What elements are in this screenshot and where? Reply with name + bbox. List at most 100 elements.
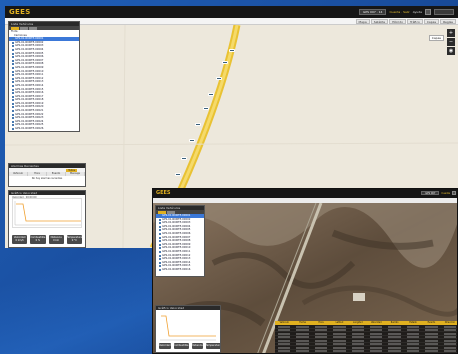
table-cell	[296, 336, 309, 339]
vehicle-marker-icon[interactable]	[175, 173, 181, 176]
second-speed-graph-panel: Gráfico Velocidad Velocidad Combustible Di…	[155, 305, 221, 353]
table-cell	[406, 325, 420, 328]
vehicle-marker-icon[interactable]	[222, 61, 228, 64]
top-bar: GEES GPS 007 · 14 Cuenta · Salir Ayuda	[5, 6, 458, 18]
history-column-header[interactable]: Longitud	[349, 321, 367, 325]
table-cell	[333, 350, 346, 353]
second-summary-button[interactable]: Combustible	[173, 343, 189, 349]
vehicle-search-input[interactable]: GPS 007 · 14	[359, 9, 387, 15]
second-summary-button[interactable]: Temperatura	[205, 343, 221, 349]
alarm-column-header[interactable]: Vehículo	[9, 172, 28, 176]
summary-button[interactable]: Combustible 0 %	[30, 235, 46, 244]
history-column-header[interactable]: Estado	[404, 321, 422, 325]
vehicle-marker-icon[interactable]	[203, 107, 209, 110]
second-settings-icon[interactable]	[452, 191, 456, 195]
second-vehicle-tree: GPS-01-NORTE-00001 GPS-01-NORTE-00002 GPS-…	[156, 214, 204, 272]
table-cell	[333, 325, 346, 328]
history-column-header[interactable]: Evento	[422, 321, 440, 325]
table-cell	[333, 346, 346, 349]
history-column-header[interactable]: Rumbo	[385, 321, 403, 325]
table-cell	[388, 329, 401, 332]
second-summary-button[interactable]: Distancia	[191, 343, 203, 349]
second-summary-button[interactable]: Velocidad	[159, 343, 171, 349]
history-column-header[interactable]: Hora	[312, 321, 330, 325]
history-column-header[interactable]: Latitud	[330, 321, 348, 325]
table-cell	[370, 336, 383, 339]
table-cell	[425, 332, 438, 335]
second-search-input[interactable]: GPS 007	[421, 191, 440, 195]
zoom-in-button[interactable]: +	[447, 29, 455, 37]
layers-button[interactable]: Capas	[428, 35, 444, 41]
vehicle-marker-icon[interactable]	[189, 139, 195, 142]
table-cell	[443, 329, 457, 332]
summary-value: 0 %	[35, 239, 41, 242]
alarm-column-header[interactable]: Mensaje	[66, 172, 85, 176]
map-type-tabs: Mapa Satélite Híbrido Tráfico Capas Reglas	[355, 19, 456, 24]
table-cell	[314, 346, 328, 349]
table-cell	[333, 339, 346, 342]
history-column-header[interactable]: Velocidad	[367, 321, 385, 325]
table-cell	[443, 332, 457, 335]
table-cell	[314, 336, 328, 339]
table-cell	[278, 329, 291, 332]
vehicle-marker-icon[interactable]	[195, 123, 201, 126]
table-cell	[296, 343, 309, 346]
table-cell	[314, 350, 328, 353]
table-cell	[388, 350, 401, 353]
map-type-tab[interactable]: Satélite	[370, 19, 389, 24]
vehicle-marker-icon[interactable]	[181, 157, 187, 160]
table-cell	[278, 350, 291, 353]
locate-button[interactable]: ◉	[447, 47, 455, 55]
speed-summary-buttons: Velocidad 0 km/h Combustible 0 % Distancia 0 …	[12, 235, 82, 244]
table-cell	[443, 336, 457, 339]
account-link[interactable]: Cuenta · Salir	[389, 10, 409, 14]
tree-item[interactable]: GPS-01-NORTE-00027	[9, 131, 79, 132]
table-cell	[351, 336, 365, 339]
settings-icon[interactable]	[425, 9, 431, 15]
table-row[interactable]	[275, 350, 457, 353]
map-zoom-controls: + − ◉	[447, 29, 455, 55]
help-link[interactable]: Ayuda	[413, 10, 422, 14]
alarm-column-header[interactable]: Evento	[47, 172, 66, 176]
vehicle-marker-icon[interactable]	[229, 49, 235, 52]
table-cell	[443, 339, 457, 342]
table-cell	[370, 350, 383, 353]
second-summary-label: Temperatura	[205, 344, 221, 347]
map-type-tab[interactable]: Tráfico	[406, 19, 423, 24]
summary-button[interactable]: Velocidad 0 km/h	[12, 235, 28, 244]
table-cell	[296, 332, 309, 335]
table-cell	[278, 339, 291, 342]
table-cell	[333, 332, 346, 335]
second-tree-item[interactable]: GPS-01-NORTE-00016	[156, 268, 204, 272]
alarm-panel: Alarmas Recientes Todos Vehículo Hora Even…	[8, 163, 86, 187]
table-cell	[406, 332, 420, 335]
table-cell	[443, 325, 457, 328]
map-type-tab[interactable]: Mapa	[355, 19, 370, 24]
table-cell	[388, 346, 401, 349]
tool-tab-2[interactable]	[20, 26, 28, 30]
tool-tab-3[interactable]	[29, 26, 37, 30]
second-account-link[interactable]: Cuenta	[441, 192, 450, 195]
history-column-header[interactable]: Fecha	[293, 321, 311, 325]
table-cell	[425, 343, 438, 346]
summary-button[interactable]: Temperatura 0 °C	[66, 235, 82, 244]
alarm-column-header[interactable]: Hora	[28, 172, 47, 176]
zoom-out-button[interactable]: −	[447, 38, 455, 46]
vehicle-marker-icon[interactable]	[208, 93, 214, 96]
summary-button[interactable]: Distancia 0 km	[48, 235, 64, 244]
alarm-filter[interactable]: Todos	[66, 168, 77, 172]
map-type-tab[interactable]: Reglas	[440, 19, 456, 24]
map-type-tab[interactable]: Híbrido	[389, 19, 406, 24]
quick-search-input[interactable]	[434, 9, 454, 15]
alarm-empty-message: No hay alarmas recientes	[31, 176, 63, 180]
history-column-header[interactable]: Vehículo	[275, 321, 293, 325]
satellite-map[interactable]: Lista Vehículos GPS-01-NORTE-00001 GPS-01…	[153, 203, 457, 353]
history-column-header[interactable]: Dirección	[441, 321, 457, 325]
second-summary-label: Combustible	[173, 344, 189, 347]
table-cell	[314, 325, 328, 328]
map-type-tab[interactable]: Capas	[423, 19, 440, 24]
table-cell	[278, 325, 291, 328]
second-speed-chart	[160, 315, 216, 341]
satellite-app-window: GEES GPS 007 Cuenta Lista Vehículos GPS-…	[152, 188, 458, 354]
vehicle-marker-icon[interactable]	[216, 77, 222, 80]
